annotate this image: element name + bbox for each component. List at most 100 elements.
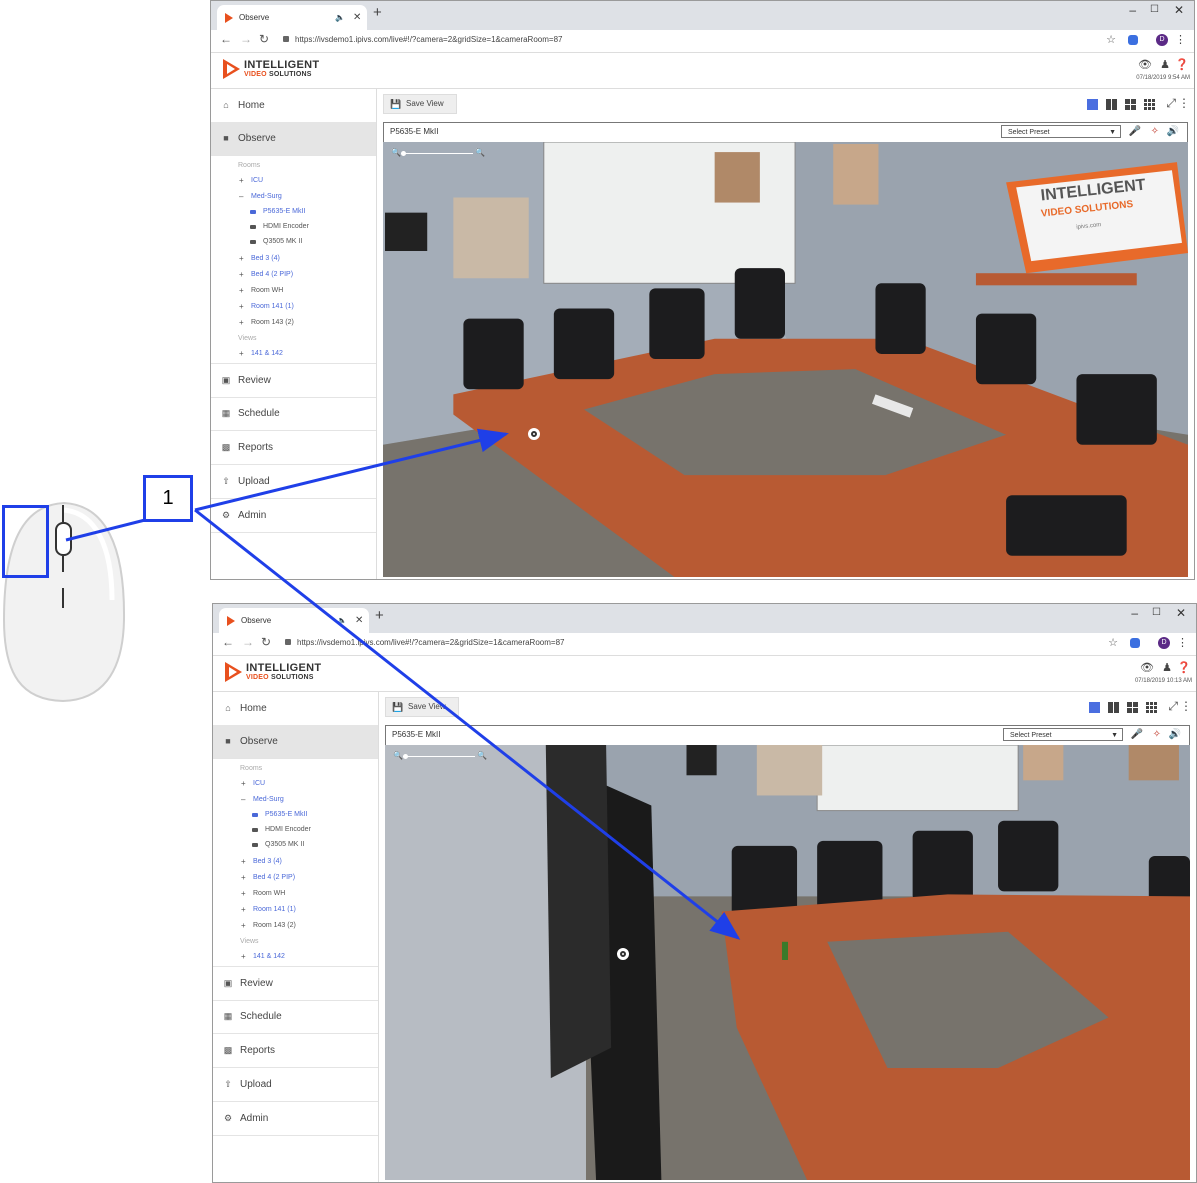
expand-icon[interactable]: + [239,254,244,263]
ptz-icon[interactable]: ✧ [1151,126,1159,137]
grid-1x1-icon[interactable] [1087,99,1098,110]
expand-icon[interactable]: + [241,857,246,866]
zoom-in-icon[interactable]: 🔍 [475,148,485,157]
tree-item-icu[interactable]: ICU [251,177,263,184]
nav-observe[interactable]: ■ Observe [213,725,378,759]
reload-icon[interactable]: ↻ [259,32,269,46]
avatar[interactable]: D [1158,637,1170,649]
extension-icon[interactable] [1128,35,1138,45]
expand-icon[interactable]: + [241,779,246,788]
tree-camera-q3505[interactable]: Q3505 MK II [265,841,304,848]
expand-icon[interactable]: + [239,349,244,358]
expand-icon[interactable]: + [239,176,244,185]
tree-item-icu[interactable]: ICU [253,780,265,787]
ptz-icon[interactable]: ✧ [1153,729,1161,740]
star-icon[interactable]: ☆ [1106,33,1116,46]
expand-icon[interactable]: + [239,270,244,279]
tree-item-view-141-142[interactable]: 141 & 142 [253,953,285,960]
plus-icon[interactable]: + [373,4,382,21]
microphone-icon[interactable]: 🎤 [1129,126,1141,137]
save-view-button[interactable]: 💾 Save View [383,94,457,114]
fullscreen-icon[interactable]: ⤢ [1168,699,1178,714]
menu-icon[interactable]: ⋮ [1178,96,1190,110]
nav-observe[interactable]: ■ Observe [211,122,376,156]
volume-icon[interactable]: 🔊 [1169,729,1181,740]
maximize-icon[interactable]: ☐ [1150,4,1159,15]
save-view-button[interactable]: 💾 Save View [385,697,459,717]
tree-item-med-surg[interactable]: Med-Surg [251,193,282,200]
expand-icon[interactable]: + [241,889,246,898]
zoom-out-icon[interactable]: 🔍 [391,148,401,157]
preset-select[interactable]: Select Preset ▼ [1001,125,1121,138]
nav-review[interactable]: ▣ Review [213,966,378,1001]
reload-icon[interactable]: ↻ [261,635,271,649]
grid-3x3-icon[interactable] [1144,99,1155,110]
grid-2x2-icon[interactable] [1127,702,1138,713]
expand-icon[interactable]: + [239,302,244,311]
tree-item-room143[interactable]: Room 143 (2) [253,922,296,929]
avatar[interactable]: D [1156,34,1168,46]
fullscreen-icon[interactable]: ⤢ [1166,96,1176,111]
menu-icon[interactable]: ⋮ [1175,33,1186,46]
tree-camera-hdmi[interactable]: HDMI Encoder [263,223,309,230]
minimize-icon[interactable]: – [1131,606,1138,620]
tree-item-bed4[interactable]: Bed 4 (2 PIP) [253,874,295,881]
forward-icon[interactable]: → [240,32,252,46]
zoom-slider-handle[interactable] [401,151,406,156]
tree-item-room-wh[interactable]: Room WH [251,287,283,294]
collapse-icon[interactable]: – [239,192,243,201]
nav-upload[interactable]: ⇧ Upload [211,465,376,499]
close-icon[interactable]: ✕ [1176,606,1186,620]
user-icon[interactable]: ♟ [1162,661,1172,674]
extension-icon[interactable] [1130,638,1140,648]
nav-schedule[interactable]: ▦ Schedule [213,1000,378,1034]
user-icon[interactable]: ♟ [1160,58,1170,71]
minimize-icon[interactable]: – [1129,3,1136,17]
back-icon[interactable]: ← [222,635,234,649]
url-input[interactable]: https://ivsdemo1.ipivs.com/live#!/?camer… [297,638,564,647]
star-icon[interactable]: ☆ [1108,636,1118,649]
close-icon[interactable]: ✕ [355,608,363,633]
close-icon[interactable]: ✕ [1174,3,1184,17]
camera-video-feed[interactable]: 🔍 🔍 [385,745,1190,1180]
expand-icon[interactable]: + [239,286,244,295]
tree-camera-p5635[interactable]: P5635-E MkII [263,208,305,215]
expand-icon[interactable]: + [239,318,244,327]
close-icon[interactable]: ✕ [353,5,361,30]
zoom-in-icon[interactable]: 🔍 [477,751,487,760]
zoom-slider-handle[interactable] [403,754,408,759]
help-icon[interactable]: ❓ [1177,661,1191,674]
nav-schedule[interactable]: ▦ Schedule [211,397,376,431]
plus-icon[interactable]: + [375,607,384,624]
browser-tab[interactable]: Observe 🔈 ✕ [219,608,369,633]
nav-reports[interactable]: ▩ Reports [213,1034,378,1068]
tree-item-bed3[interactable]: Bed 3 (4) [251,255,280,262]
expand-icon[interactable]: + [241,921,246,930]
tree-item-bed3[interactable]: Bed 3 (4) [253,858,282,865]
collapse-icon[interactable]: – [241,795,245,804]
tree-item-view-141-142[interactable]: 141 & 142 [251,350,283,357]
nav-upload[interactable]: ⇧ Upload [213,1068,378,1102]
tree-item-room141[interactable]: Room 141 (1) [253,906,296,913]
forward-icon[interactable]: → [242,635,254,649]
expand-icon[interactable]: + [241,952,246,961]
zoom-out-icon[interactable]: 🔍 [393,751,403,760]
back-icon[interactable]: ← [220,32,232,46]
tree-item-room-wh[interactable]: Room WH [253,890,285,897]
volume-icon[interactable]: 🔊 [1167,126,1179,137]
maximize-icon[interactable]: ☐ [1152,607,1161,618]
tree-item-room143[interactable]: Room 143 (2) [251,319,294,326]
tree-item-med-surg[interactable]: Med-Surg [253,796,284,803]
help-icon[interactable]: ❓ [1175,58,1189,71]
grid-1x2-icon[interactable] [1108,702,1119,713]
expand-icon[interactable]: + [241,873,246,882]
tree-camera-q3505[interactable]: Q3505 MK II [263,238,302,245]
microphone-icon[interactable]: 🎤 [1131,729,1143,740]
eye-icon[interactable]: 👁 [1138,58,1152,71]
nav-admin[interactable]: ⚙ Admin [213,1102,378,1136]
url-input[interactable]: https://ivsdemo1.ipivs.com/live#!/?camer… [295,35,562,44]
nav-admin[interactable]: ⚙ Admin [211,499,376,533]
browser-tab[interactable]: Observe 🔈 ✕ [217,5,367,30]
nav-home[interactable]: ⌂ Home [213,692,378,726]
grid-2x2-icon[interactable] [1125,99,1136,110]
